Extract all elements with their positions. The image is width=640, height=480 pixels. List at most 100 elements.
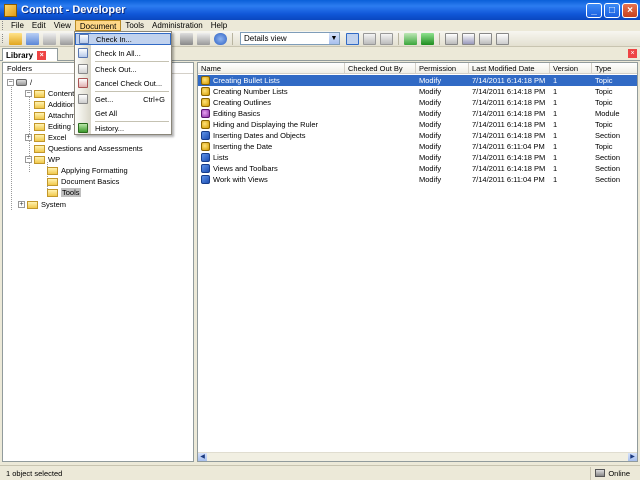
refresh-icon[interactable] (404, 32, 417, 45)
cell-name: Lists (198, 152, 345, 163)
menu-item-history[interactable]: History... (75, 122, 171, 134)
list-header: Name Checked Out By Permission Last Modi… (198, 63, 637, 74)
menu-view[interactable]: View (50, 20, 75, 31)
find-icon[interactable] (180, 32, 193, 45)
collapse-icon[interactable]: − (25, 90, 32, 97)
column-name[interactable]: Name (198, 63, 345, 73)
chevron-down-icon[interactable]: ▼ (329, 33, 339, 44)
tab-library[interactable]: Library × (2, 48, 58, 61)
menu-help[interactable]: Help (207, 20, 231, 31)
window-title: Content - Developer (21, 4, 126, 16)
details-view-icon[interactable] (346, 32, 359, 45)
menu-item-check-out[interactable]: Check Out... (75, 63, 171, 75)
export-icon[interactable] (479, 32, 492, 45)
tree-node-system[interactable]: + System (18, 199, 66, 210)
table-row[interactable]: Creating Bullet Lists Modify 7/14/2011 6:1… (198, 75, 637, 86)
cell-name-text: Creating Number Lists (213, 87, 288, 96)
menu-document[interactable]: Document (74, 20, 122, 31)
back-icon[interactable] (43, 32, 56, 45)
maximize-button[interactable]: □ (604, 2, 620, 18)
horizontal-scrollbar[interactable]: ◀ ▶ (198, 452, 637, 461)
menu-item-cancel-check-out[interactable]: Cancel Check Out... (75, 77, 171, 89)
cell-name: Inserting the Date (198, 141, 345, 152)
list-view-icon[interactable] (363, 32, 376, 45)
cell-version: 1 (553, 76, 558, 85)
tree-node-editing[interactable]: Editing T (34, 121, 77, 132)
menu-edit[interactable]: Edit (28, 20, 50, 31)
cell-checked-out-by (345, 163, 416, 174)
document-list-pane: Name Checked Out By Permission Last Modi… (197, 62, 638, 462)
publish-icon[interactable] (496, 32, 509, 45)
menu-item-get[interactable]: Get... Ctrl+G (75, 93, 171, 105)
view-select[interactable]: Details view ▼ (240, 32, 340, 45)
section-icon (201, 164, 210, 173)
menu-bar: File Edit View Document Tools Administra… (0, 20, 640, 31)
tree-node-applying-formatting[interactable]: Applying Formatting (47, 165, 128, 176)
cell-modified: 7/14/2011 6:11:04 PM (472, 175, 545, 184)
table-row[interactable]: Creating Number Lists Modify 7/14/2011 6:1… (198, 86, 637, 97)
import-icon[interactable] (462, 32, 475, 45)
close-pane-icon[interactable]: × (628, 49, 637, 58)
menu-administration[interactable]: Administration (148, 20, 207, 31)
column-checked-out-by[interactable]: Checked Out By (345, 63, 416, 73)
scroll-right-icon[interactable]: ▶ (628, 453, 637, 461)
table-row[interactable]: Views and Toolbars Modify 7/14/2011 6:14:1… (198, 163, 637, 174)
menu-item-get-all[interactable]: Get All (75, 107, 171, 119)
table-row[interactable]: Hiding and Displaying the Ruler Modify 7/1… (198, 119, 637, 130)
menu-item-check-in-all[interactable]: Check In All... (75, 47, 171, 59)
table-row[interactable]: Inserting Dates and Objects Modify 7/14/20… (198, 130, 637, 141)
split-view-icon[interactable] (380, 32, 393, 45)
tree-node-questions[interactable]: Questions and Assessments (34, 143, 143, 154)
tree-node-root[interactable]: − / (7, 77, 32, 88)
column-type[interactable]: Type (592, 63, 637, 73)
sync-icon[interactable] (421, 32, 434, 45)
table-row[interactable]: Creating Outlines Modify 7/14/2011 6:14:18… (198, 97, 637, 108)
cell-name: Creating Outlines (198, 97, 345, 108)
cut-icon[interactable] (60, 32, 73, 45)
tree-node-wp[interactable]: − WP (25, 154, 60, 165)
folder-icon (34, 89, 45, 98)
open-folder-icon[interactable] (9, 32, 22, 45)
scroll-left-icon[interactable]: ◀ (198, 453, 207, 461)
help-icon[interactable] (214, 32, 227, 45)
document-menu: Check In... Check In All... Check Out...… (74, 31, 172, 135)
tree-node-excel[interactable]: + Excel (25, 132, 66, 143)
properties-icon[interactable] (197, 32, 210, 45)
table-row[interactable]: Lists Modify 7/14/2011 6:14:18 PM 1 Section (198, 152, 637, 163)
column-last-modified[interactable]: Last Modified Date (469, 63, 550, 73)
menu-tools[interactable]: Tools (121, 20, 148, 31)
menu-item-check-in[interactable]: Check In... (75, 33, 171, 45)
collapse-icon[interactable]: − (7, 79, 14, 86)
topic-icon (201, 142, 210, 151)
minimize-button[interactable]: _ (586, 2, 602, 18)
tree-node-content[interactable]: − Content (25, 88, 74, 99)
close-tab-icon[interactable]: × (37, 50, 47, 60)
cell-permission: Modify (419, 131, 442, 140)
expand-icon[interactable]: + (25, 134, 32, 141)
cell-version: 1 (553, 120, 558, 129)
column-version[interactable]: Version (550, 63, 592, 73)
menu-file[interactable]: File (7, 20, 28, 31)
check-out-icon (78, 64, 88, 74)
cell-name-text: Creating Bullet Lists (213, 76, 280, 85)
cell-checked-out-by (345, 152, 416, 163)
table-row[interactable]: Editing Basics Modify 7/14/2011 6:14:18 PM… (198, 108, 637, 119)
column-permission[interactable]: Permission (416, 63, 469, 73)
close-button[interactable]: × (622, 2, 638, 18)
tree-node-tools[interactable]: Tools (47, 187, 81, 198)
table-row[interactable]: Inserting the Date Modify 7/14/2011 6:11:0… (198, 141, 637, 152)
cell-name: Creating Number Lists (198, 86, 345, 97)
save-icon[interactable] (26, 32, 39, 45)
tree-node-addition[interactable]: Addition (34, 99, 75, 110)
get-all-icon (78, 108, 88, 118)
table-row[interactable]: Work with Views Modify 7/14/2011 6:11:04 P… (198, 174, 637, 185)
tree-node-document-basics[interactable]: Document Basics (47, 176, 119, 187)
app-icon (4, 3, 17, 17)
expand-icon[interactable]: + (18, 201, 25, 208)
cell-type: Section (595, 164, 621, 173)
new-document-icon[interactable] (445, 32, 458, 45)
folder-icon (47, 166, 58, 175)
tree-node-attachments[interactable]: Attachm (34, 110, 76, 121)
collapse-icon[interactable]: − (25, 156, 32, 163)
cell-name: Work with Views (198, 174, 345, 185)
